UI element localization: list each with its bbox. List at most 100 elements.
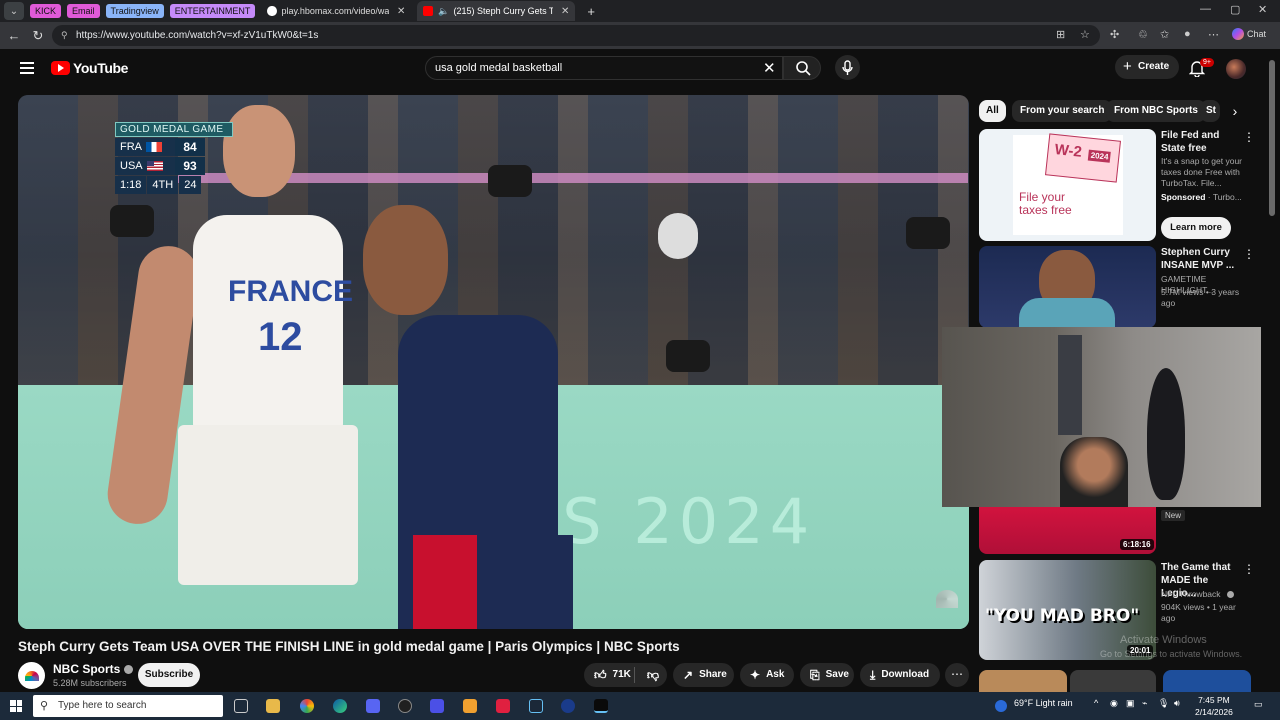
like-icon[interactable]: 👍︎ [594, 663, 607, 687]
favorites-icon[interactable]: ✩ [1160, 28, 1169, 41]
jersey-number: 12 [258, 315, 303, 359]
site-info-icon[interactable]: ⚲ [61, 25, 68, 46]
video-player[interactable]: IS 2024 FRANCE 12 GOLD MEDAL GAME FRA 84… [18, 95, 969, 629]
back-icon[interactable]: ← [2, 28, 26, 43]
weather-icon[interactable] [995, 700, 1007, 712]
ad-thumbnail[interactable]: W-2 2024 File your taxes free [979, 129, 1156, 241]
learn-more-button[interactable]: Learn more [1161, 217, 1231, 239]
video-thumbnail[interactable] [979, 246, 1156, 328]
file-explorer-icon[interactable] [266, 699, 280, 713]
app-icon[interactable] [561, 699, 575, 713]
tray-app-icon[interactable]: ◉ [1110, 698, 1118, 709]
save-button[interactable]: ⎘ Save [800, 663, 854, 687]
usa-shorts [413, 535, 573, 629]
reload-icon[interactable]: ↻ [26, 28, 50, 44]
app-available-icon[interactable]: ⊞ [1056, 25, 1065, 46]
taskbar-search-input[interactable]: ⚲ Type here to search [33, 695, 223, 717]
video-thumbnail[interactable] [1163, 670, 1251, 692]
microphone-tray-icon[interactable]: 🎙︎ [1158, 698, 1169, 709]
search-icon [796, 61, 811, 76]
more-actions-icon[interactable]: ⋯ [945, 663, 969, 687]
tab-hbomax[interactable]: play.hbomax.com/video/watch/6... ✕ [261, 1, 411, 21]
discord-icon[interactable] [366, 699, 380, 713]
app-icon[interactable] [463, 699, 477, 713]
ad-thumb-badge: W-2 [1053, 141, 1083, 161]
chip-all[interactable]: All [979, 100, 1006, 122]
page-scrollbar[interactable] [1269, 60, 1275, 216]
video-more-icon[interactable]: ⋮ [1243, 247, 1255, 261]
voice-search-button[interactable] [835, 55, 860, 80]
chip-partial[interactable]: St [1200, 100, 1220, 122]
task-view-icon[interactable] [234, 699, 248, 713]
chevron-right-icon[interactable]: › [1225, 101, 1245, 121]
clear-search-icon[interactable]: ✕ [763, 59, 776, 77]
download-button[interactable]: ⤓ Download [860, 663, 940, 687]
ask-button[interactable]: ✦ Ask [740, 663, 794, 687]
close-window-icon[interactable]: ✕ [1258, 3, 1267, 16]
chrome-icon[interactable] [300, 699, 314, 713]
clock-time: 7:45 PM [1198, 695, 1230, 705]
speaker-icon[interactable]: 🔈 [438, 6, 449, 17]
video-thumbnail[interactable] [1070, 670, 1156, 692]
steam-icon[interactable] [529, 699, 543, 713]
maximize-icon[interactable]: ▢ [1230, 3, 1240, 16]
windows-start-icon[interactable] [10, 700, 22, 712]
chip-from-your-search[interactable]: From your search [1012, 100, 1113, 122]
tab-group-email[interactable]: Email [67, 4, 100, 18]
tray-app-icon[interactable]: ▣ [1126, 698, 1135, 709]
profile-icon[interactable]: ● [1184, 28, 1191, 40]
browser-essentials-icon[interactable]: ♲ [1138, 28, 1148, 41]
share-button[interactable]: ↗ Share [673, 663, 734, 687]
video-more-icon[interactable]: ⋮ [1243, 562, 1255, 576]
video-channel[interactable]: NFL Throwback [1161, 589, 1249, 600]
france-flag-icon [146, 142, 162, 152]
favorite-star-icon[interactable]: ☆ [1080, 25, 1090, 46]
tab-search-menu-button[interactable]: ⌄ [4, 2, 24, 20]
create-button[interactable]: + Create [1115, 55, 1179, 79]
video-thumbnail[interactable] [979, 670, 1067, 692]
video-title-sidebar[interactable]: Stephen Curry INSANE MVP ... [1161, 246, 1241, 272]
settings-more-icon[interactable]: ⋯ [1208, 28, 1219, 41]
tab-group-entertainment[interactable]: ENTERTAINMENT [169, 4, 256, 18]
like-count[interactable]: 71K [613, 663, 631, 687]
ad-title[interactable]: File Fed and State free [1161, 129, 1241, 155]
extensions-icon[interactable]: ✣ [1110, 28, 1119, 41]
terminal-icon[interactable] [594, 699, 608, 713]
tray-overflow-icon[interactable]: ^ [1094, 698, 1098, 708]
dislike-icon[interactable]: 👎︎ [647, 663, 659, 687]
tab-youtube-active[interactable]: 🔈 (215) Steph Curry Gets Team... ✕ [417, 1, 576, 21]
youtube-logo[interactable]: YouTube [51, 60, 128, 76]
edge-icon[interactable] [333, 699, 347, 713]
close-tab-icon[interactable]: ✕ [397, 6, 405, 17]
team-score: 84 [175, 138, 205, 156]
channel-name[interactable]: NBC Sports [53, 662, 134, 676]
minimize-icon[interactable]: — [1200, 3, 1211, 15]
youtube-play-logo-icon [51, 61, 70, 75]
obs-icon[interactable] [398, 699, 412, 713]
copilot-chat-button[interactable]: Chat [1232, 28, 1266, 40]
taskbar-clock[interactable]: 7:45 PM 2/14/2026 [1195, 694, 1233, 718]
new-tab-button[interactable]: + [581, 1, 601, 21]
close-tab-icon[interactable]: ✕ [561, 6, 569, 17]
menu-icon[interactable] [20, 62, 34, 74]
account-avatar[interactable] [1226, 59, 1246, 79]
search-button[interactable] [783, 56, 821, 80]
app-grid-icon[interactable] [430, 699, 444, 713]
tab-group-tradingview[interactable]: Tradingview [105, 4, 164, 18]
ad-headline: File your taxes free [1019, 190, 1072, 217]
subscribe-button[interactable]: Subscribe [138, 663, 200, 687]
channel-avatar[interactable] [18, 662, 45, 689]
ad-more-icon[interactable]: ⋮ [1243, 130, 1255, 144]
subscriber-count: 5.28M subscribers [53, 678, 127, 688]
tab-group-kick[interactable]: KICK [30, 4, 62, 18]
volume-icon[interactable]: 🔊︎ [1174, 698, 1180, 709]
notification-center-icon[interactable]: ▭ [1254, 699, 1263, 710]
chip-from-nbc-sports[interactable]: From NBC Sports [1106, 100, 1206, 122]
address-bar[interactable]: ⚲ https://www.youtube.com/watch?v=xf-zV1… [52, 25, 1100, 46]
app-icon[interactable] [496, 699, 510, 713]
tab-title: play.hbomax.com/video/watch/6... [281, 6, 390, 16]
weather-text[interactable]: 69°F Light rain [1014, 698, 1073, 708]
player-head-shape [363, 205, 448, 315]
search-input[interactable]: usa gold medal basketball [425, 56, 783, 80]
network-icon[interactable]: ⌁ [1142, 698, 1147, 709]
